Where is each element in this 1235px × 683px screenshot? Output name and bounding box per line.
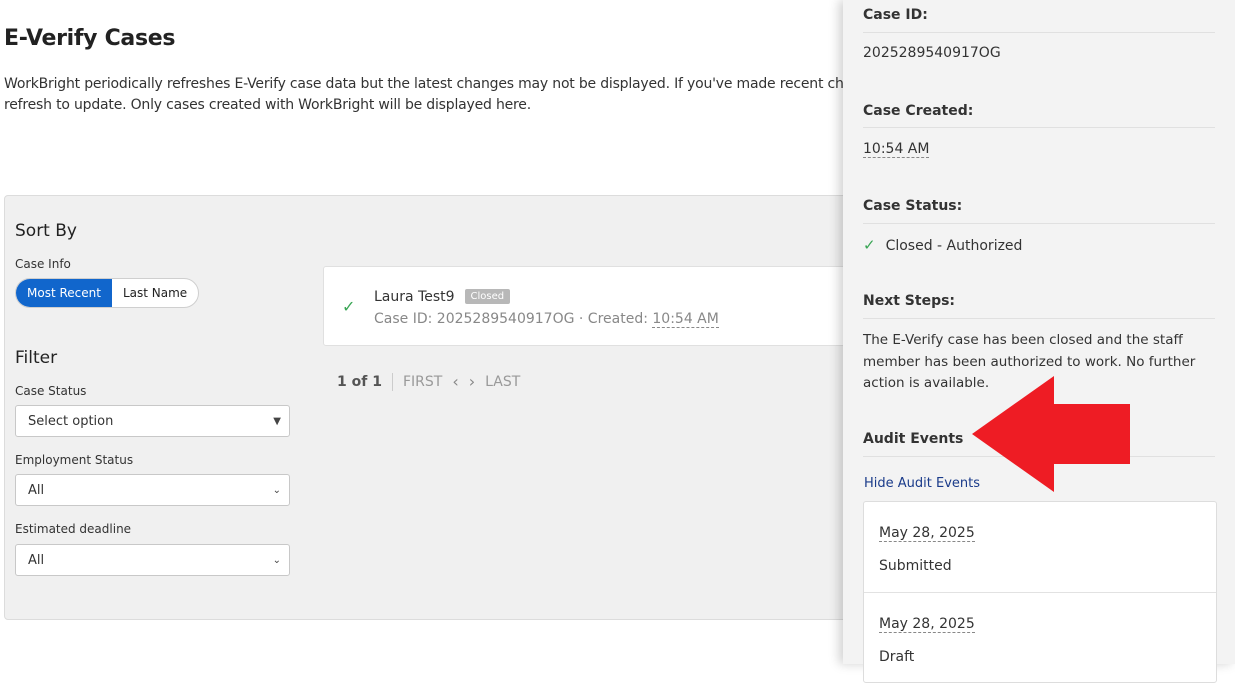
case-created-value: 10:54 AM xyxy=(863,141,930,158)
pagination: 1 of 1 FIRST ‹ › LAST xyxy=(337,372,520,391)
audit-date-text: May 28, 2025 xyxy=(879,616,975,633)
chevron-down-icon: ⌄ xyxy=(272,485,281,496)
red-arrow-annotation-icon xyxy=(972,376,1130,492)
estimated-deadline-value: All xyxy=(28,553,45,568)
case-card-meta: Case ID: 2025289540917OG · Created: 10:5… xyxy=(374,311,719,328)
case-created-time: 10:54 AM xyxy=(863,141,930,158)
cases-panel: Sort By Case Info Most Recent Last Name … xyxy=(4,195,906,620)
list-item: May 28, 2025 Submitted xyxy=(864,502,1216,593)
case-status-value: Select option xyxy=(28,414,114,429)
intro-line-2: refresh to update. Only cases created wi… xyxy=(4,97,531,113)
divider xyxy=(863,127,1215,128)
audit-date: May 28, 2025 xyxy=(879,525,975,542)
chevron-right-icon[interactable]: › xyxy=(469,372,475,391)
hide-audit-events-link[interactable]: Hide Audit Events xyxy=(864,476,980,491)
case-status-heading: Case Status: xyxy=(863,198,963,214)
intro-line-1: WorkBright periodically refreshes E-Veri… xyxy=(4,76,885,92)
first-page-button[interactable]: FIRST xyxy=(403,374,442,390)
estimated-deadline-label: Estimated deadline xyxy=(15,522,132,536)
divider xyxy=(863,318,1215,319)
list-item: May 28, 2025 Draft xyxy=(864,593,1216,683)
case-id-value: 2025289540917OG xyxy=(863,45,1001,61)
chevron-left-icon[interactable]: ‹ xyxy=(452,372,458,391)
case-detail-drawer: Case ID: 2025289540917OG Case Created: 1… xyxy=(843,0,1235,683)
employment-status-label: Employment Status xyxy=(15,453,134,467)
employment-status-value: All xyxy=(28,483,45,498)
case-card[interactable]: ✓ Laura Test9 Closed Case ID: 20252895409… xyxy=(323,266,885,346)
check-icon: ✓ xyxy=(342,297,356,316)
employee-name: Laura Test9 xyxy=(374,289,455,305)
page-count: 1 of 1 xyxy=(337,373,382,390)
audit-events-list: May 28, 2025 Submitted May 28, 2025 Draf… xyxy=(863,501,1217,683)
sort-last-name-button[interactable]: Last Name xyxy=(112,279,198,307)
created-time: 10:54 AM xyxy=(652,311,719,328)
audit-date: May 28, 2025 xyxy=(879,616,975,633)
case-status-value: Closed - Authorized xyxy=(885,238,1023,254)
sort-most-recent-button[interactable]: Most Recent xyxy=(16,279,112,307)
sort-toggle: Most Recent Last Name xyxy=(15,278,200,308)
case-status-select[interactable]: Select option ▼ xyxy=(15,405,290,437)
chevron-down-icon: ⌄ xyxy=(272,555,281,566)
status-badge: Closed xyxy=(464,289,511,304)
audit-events-heading: Audit Events xyxy=(863,431,964,447)
case-info-label: Case Info xyxy=(15,257,71,271)
case-status-label: Case Status xyxy=(15,384,87,398)
case-created-label: Case Created: xyxy=(863,103,974,119)
case-status-row: ✓ Closed - Authorized xyxy=(863,236,1022,254)
pager-divider xyxy=(391,372,393,391)
check-icon: ✓ xyxy=(863,236,876,254)
page-title: E-Verify Cases xyxy=(4,26,176,51)
filter-heading: Filter xyxy=(15,348,58,368)
caret-down-icon: ▼ xyxy=(273,416,281,427)
intro-text: WorkBright periodically refreshes E-Veri… xyxy=(4,74,885,116)
case-card-title: Laura Test9 Closed xyxy=(374,289,511,305)
divider xyxy=(863,32,1215,33)
audit-event: Submitted xyxy=(879,558,952,574)
sort-by-heading: Sort By xyxy=(15,221,77,241)
last-page-button[interactable]: LAST xyxy=(485,374,520,390)
next-steps-heading: Next Steps: xyxy=(863,293,956,309)
divider xyxy=(863,223,1215,224)
case-id-label: Case ID: xyxy=(863,7,928,23)
estimated-deadline-select[interactable]: All ⌄ xyxy=(15,544,290,576)
employment-status-select[interactable]: All ⌄ xyxy=(15,474,290,506)
audit-date-text: May 28, 2025 xyxy=(879,525,975,542)
audit-event: Draft xyxy=(879,649,915,665)
case-meta-prefix: Case ID: 2025289540917OG · Created: xyxy=(374,311,648,327)
